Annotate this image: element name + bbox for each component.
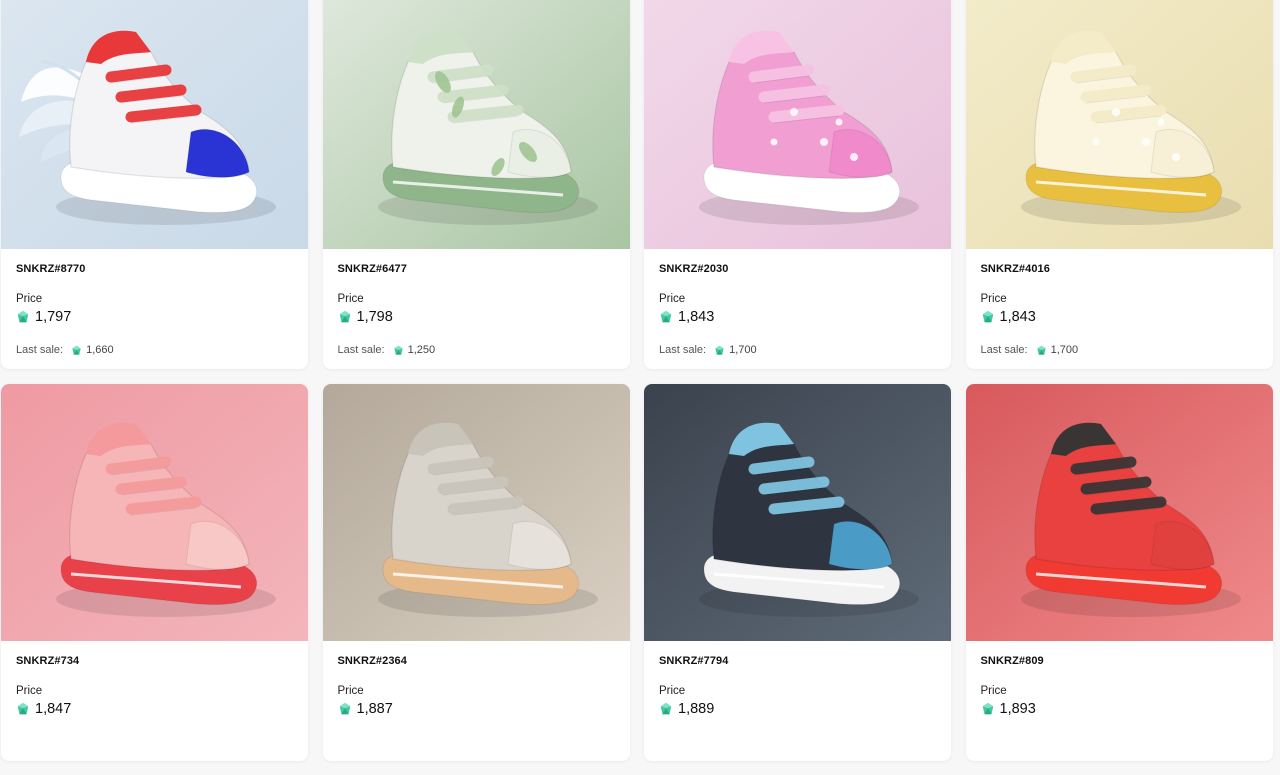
gem-icon [339, 702, 350, 715]
price-label: Price [16, 293, 43, 305]
sneaker-image [1, 0, 308, 249]
nft-thumbnail[interactable] [322, 0, 630, 249]
gem-icon [1036, 345, 1046, 355]
nft-info: SNKRZ#6477 Price 1,798 Last sale: 1,250 [323, 249, 630, 369]
nft-info: SNKRZ#2364 Price 1,887 [323, 641, 630, 761]
gem-icon [339, 310, 350, 323]
nft-thumbnail[interactable] [965, 384, 1273, 641]
last-sale: Last sale: 1,700 [659, 344, 757, 356]
last-sale-amount: 1,700 [729, 344, 757, 356]
nft-card[interactable]: SNKRZ#6477 Price 1,798 Last sale: 1,250 [322, 0, 630, 369]
gem-icon [72, 345, 81, 355]
price-amount: 1,887 [356, 701, 393, 717]
gem-icon [393, 345, 403, 355]
last-sale: Last sale: 1,660 [16, 344, 114, 356]
nft-card[interactable]: SNKRZ#7794 Price 1,889 [644, 384, 951, 761]
price-amount: 1,889 [678, 701, 715, 717]
gem-icon [982, 702, 993, 715]
gem-icon [17, 702, 29, 715]
sneaker-image [965, 384, 1273, 641]
sneaker-image [322, 0, 630, 249]
last-sale-amount: 1,660 [86, 344, 114, 356]
price-label: Price [659, 685, 686, 697]
price-label: Price [337, 685, 364, 697]
nft-info: SNKRZ#809 Price 1,893 [966, 641, 1273, 761]
gem-icon [660, 310, 672, 323]
nft-name[interactable]: SNKRZ#2364 [338, 655, 407, 667]
sneaker-image [644, 384, 951, 641]
price-label: Price [659, 293, 686, 305]
nft-card[interactable]: SNKRZ#8770 Price 1,797 Last sale: 1,660 [1, 0, 308, 369]
nft-name[interactable]: SNKRZ#809 [981, 655, 1044, 667]
gem-icon [660, 702, 672, 715]
nft-thumbnail[interactable] [1, 384, 308, 641]
gem-icon [715, 345, 724, 355]
gem-icon [17, 310, 29, 323]
sneaker-image [322, 384, 630, 641]
nft-card[interactable]: SNKRZ#4016 Price 1,843 Last sale: 1,700 [965, 0, 1273, 369]
price-amount: 1,847 [35, 701, 72, 717]
nft-card[interactable]: SNKRZ#2030 Price 1,843 Last sale: 1,700 [644, 0, 951, 369]
nft-card[interactable]: SNKRZ#734 Price 1,847 [1, 384, 308, 761]
last-sale: Last sale: 1,250 [338, 344, 436, 356]
last-sale-label: Last sale: [980, 344, 1028, 356]
nft-card[interactable]: SNKRZ#809 Price 1,893 [965, 384, 1273, 761]
nft-thumbnail[interactable] [644, 0, 951, 249]
price-amount: 1,797 [35, 309, 72, 325]
nft-thumbnail[interactable] [1, 0, 308, 249]
nft-name[interactable]: SNKRZ#6477 [338, 263, 407, 275]
price-value: 1,893 [981, 701, 1036, 717]
nft-info: SNKRZ#7794 Price 1,889 [644, 641, 951, 761]
nft-info: SNKRZ#2030 Price 1,843 Last sale: 1,700 [644, 249, 951, 369]
price-value: 1,887 [338, 701, 393, 717]
price-label: Price [337, 293, 364, 305]
nft-name[interactable]: SNKRZ#2030 [659, 263, 728, 275]
nft-info: SNKRZ#8770 Price 1,797 Last sale: 1,660 [1, 249, 308, 369]
nft-name[interactable]: SNKRZ#4016 [981, 263, 1050, 275]
price-label: Price [980, 685, 1007, 697]
nft-grid: SNKRZ#8770 Price 1,797 Last sale: 1,660 [0, 0, 1280, 761]
last-sale-label: Last sale: [16, 344, 64, 356]
price-amount: 1,843 [999, 309, 1036, 325]
gem-icon [982, 310, 993, 323]
last-sale-amount: 1,250 [407, 344, 436, 356]
price-value: 1,847 [16, 701, 71, 717]
last-sale: Last sale: 1,700 [981, 344, 1079, 356]
price-amount: 1,798 [356, 309, 393, 325]
nft-thumbnail[interactable] [322, 384, 630, 641]
nft-thumbnail[interactable] [644, 384, 951, 641]
price-amount: 1,893 [999, 701, 1036, 717]
price-value: 1,843 [659, 309, 714, 325]
nft-name[interactable]: SNKRZ#7794 [659, 655, 728, 667]
price-label: Price [980, 293, 1007, 305]
nft-info: SNKRZ#4016 Price 1,843 Last sale: 1,700 [966, 249, 1273, 369]
price-value: 1,797 [16, 309, 71, 325]
price-amount: 1,843 [678, 309, 715, 325]
last-sale-amount: 1,700 [1050, 344, 1079, 356]
last-sale-label: Last sale: [337, 344, 385, 356]
price-label: Price [16, 685, 43, 697]
price-value: 1,889 [659, 701, 714, 717]
sneaker-image [644, 0, 951, 249]
price-value: 1,843 [981, 309, 1036, 325]
sneaker-image [1, 384, 308, 641]
nft-name[interactable]: SNKRZ#734 [16, 655, 79, 667]
nft-name[interactable]: SNKRZ#8770 [16, 263, 85, 275]
nft-thumbnail[interactable] [965, 0, 1273, 249]
sneaker-image [965, 0, 1273, 249]
nft-card[interactable]: SNKRZ#2364 Price 1,887 [322, 384, 630, 761]
price-value: 1,798 [338, 309, 393, 325]
last-sale-label: Last sale: [659, 344, 707, 356]
nft-info: SNKRZ#734 Price 1,847 [1, 641, 308, 761]
